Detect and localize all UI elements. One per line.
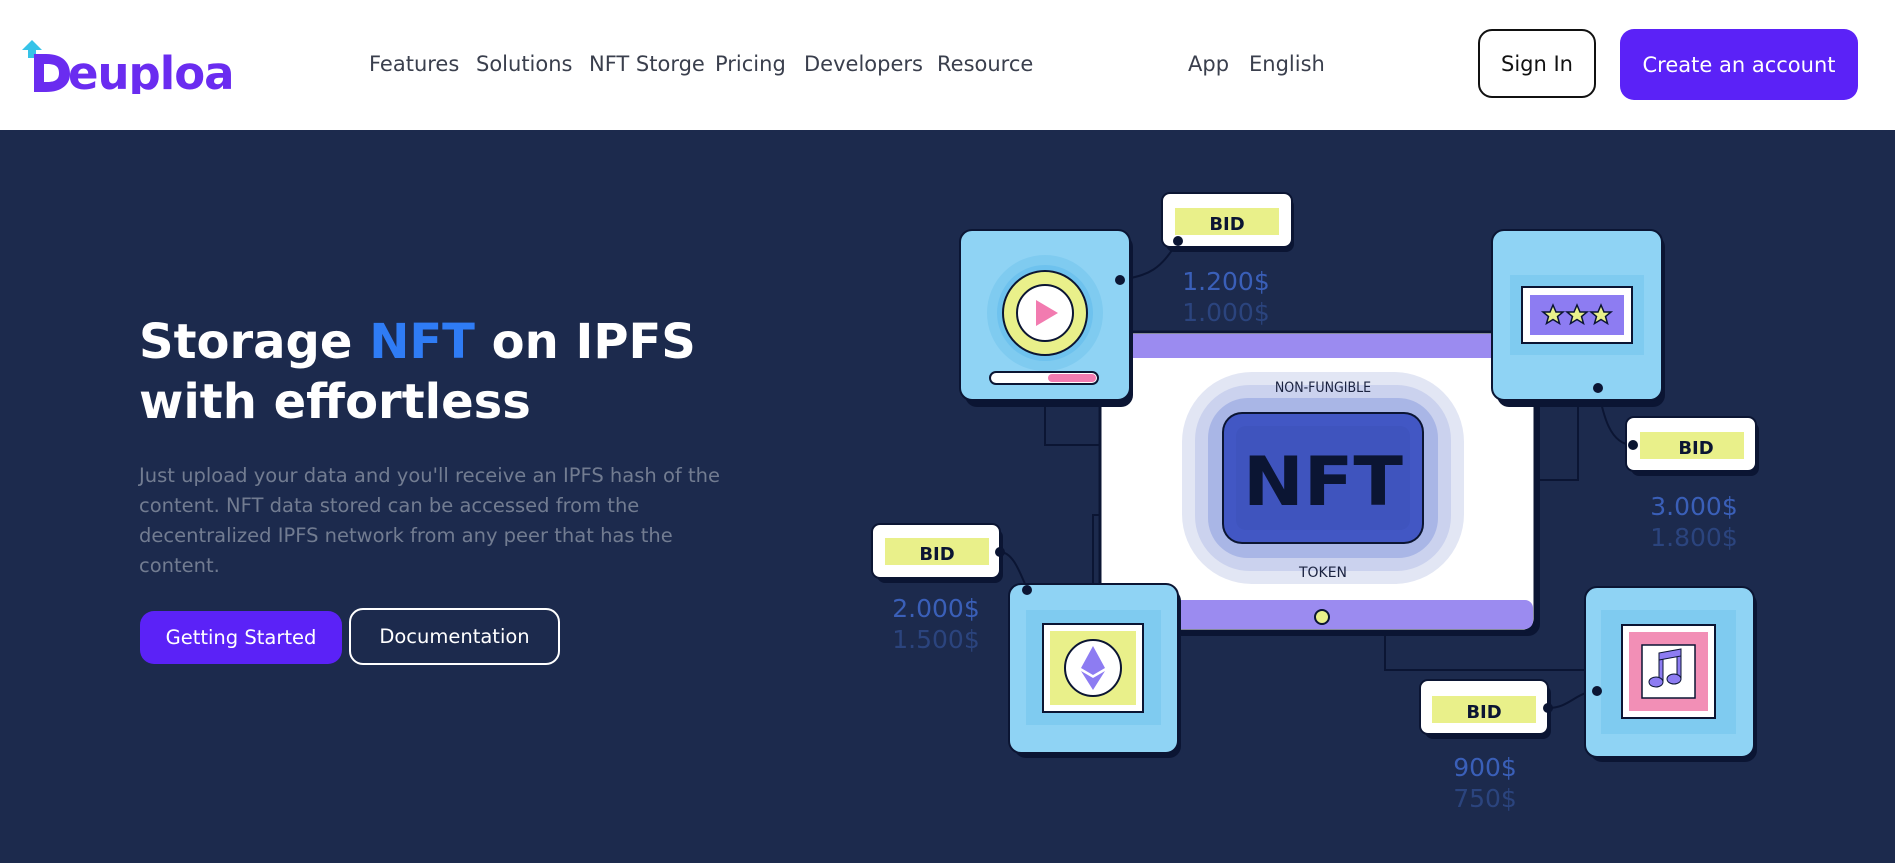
bid-label-eth: BID bbox=[919, 544, 954, 565]
price-eth-old: 1.500$ bbox=[892, 625, 979, 654]
getting-started-button[interactable]: Getting Started bbox=[140, 611, 342, 664]
price-stars-new: 3.000$ bbox=[1650, 492, 1737, 521]
documentation-button[interactable]: Documentation bbox=[349, 608, 560, 665]
price-stars-old: 1.800$ bbox=[1650, 523, 1737, 552]
ethereum-card bbox=[1008, 583, 1181, 758]
nav-pricing[interactable]: Pricing bbox=[715, 52, 786, 76]
nft-illustration: NON-FUNGIBLE NFT TOKEN BID BID BID BID 1… bbox=[871, 192, 1759, 813]
title-part2: on IPFS bbox=[474, 314, 696, 370]
hero-description: Just upload your data and you'll receive… bbox=[139, 464, 720, 577]
svg-text:eupload: eupload bbox=[68, 47, 235, 94]
non-fungible-label: NON-FUNGIBLE bbox=[1275, 380, 1371, 396]
nav-developers[interactable]: Developers bbox=[804, 52, 923, 76]
title-line2: with effortless bbox=[139, 374, 531, 430]
nav-solutions[interactable]: Solutions bbox=[476, 52, 573, 76]
price-video-new: 1.200$ bbox=[1182, 267, 1269, 296]
nav-features[interactable]: Features bbox=[369, 52, 459, 76]
nft-label: NFT bbox=[1243, 443, 1404, 522]
deupload-logo[interactable]: eupload bbox=[20, 36, 235, 94]
token-label: TOKEN bbox=[1298, 565, 1347, 581]
sign-in-button[interactable]: Sign In bbox=[1478, 29, 1596, 98]
bid-label-video: BID bbox=[1209, 214, 1244, 235]
site-header: eupload Features Solutions NFT Storge Pr… bbox=[0, 0, 1895, 130]
title-part1: Storage bbox=[139, 314, 370, 370]
price-music-new: 900$ bbox=[1453, 753, 1517, 782]
hero-title: Storage NFT on IPFS with effortless bbox=[139, 312, 859, 432]
video-card bbox=[959, 229, 1133, 407]
nav-resource[interactable]: Resource bbox=[937, 52, 1033, 76]
music-card bbox=[1584, 586, 1757, 762]
nav-nft-storge[interactable]: NFT Storge bbox=[589, 52, 705, 76]
price-video-old: 1.000$ bbox=[1182, 298, 1269, 327]
bid-label-music: BID bbox=[1466, 702, 1501, 723]
price-eth-new: 2.000$ bbox=[892, 594, 979, 623]
create-account-button[interactable]: Create an account bbox=[1620, 29, 1858, 100]
bid-label-stars: BID bbox=[1678, 438, 1713, 459]
nav-app[interactable]: App bbox=[1188, 52, 1229, 76]
title-highlight: NFT bbox=[369, 314, 475, 370]
price-music-old: 750$ bbox=[1453, 784, 1517, 813]
language-selector[interactable]: English bbox=[1249, 52, 1325, 76]
stars-card bbox=[1491, 229, 1665, 407]
